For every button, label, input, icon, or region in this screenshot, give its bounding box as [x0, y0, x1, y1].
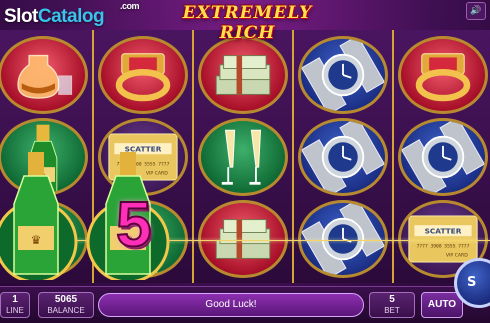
balance-value: 5065 — [54, 294, 78, 305]
win-multiplier-number: 5 — [115, 188, 153, 260]
cognac-glass-icon — [17, 54, 73, 99]
sound-button[interactable]: 🔊 — [466, 2, 486, 20]
winning-champagne-bottle-1: ♛ — [0, 150, 78, 284]
lines-value: 1 — [12, 294, 18, 305]
lines-display: 1 LINE — [0, 292, 30, 318]
svg-text:7777 3908 5555 7777: 7777 3908 5555 7777 — [417, 243, 470, 249]
money-stack-symbol — [198, 200, 288, 278]
cognac-glass-symbol — [0, 36, 88, 114]
game-title: EXTREMELY RICH — [182, 3, 313, 43]
champagne-glasses-symbol — [198, 118, 288, 196]
watermark-slot: Slot — [4, 6, 38, 27]
gold-watch-icon — [301, 39, 385, 111]
bet-value: 5 — [389, 294, 395, 305]
balance-display: 5065 BALANCE — [38, 292, 94, 318]
gold-watch-icon — [301, 121, 385, 193]
watermark-catalog: Catalog — [37, 6, 105, 27]
gold-watch-symbol — [298, 118, 388, 196]
lines-label: LINE — [6, 306, 24, 315]
status-message: Good Luck! — [98, 293, 364, 317]
slotcatalog-watermark: SlotCatalog .com — [4, 1, 140, 28]
bet-display[interactable]: 5 BET — [369, 292, 415, 318]
control-bar: 1 LINE 5065 BALANCE Good Luck! 5 BET AUT… — [0, 286, 490, 323]
money-stack-icon — [215, 219, 271, 259]
watermark-domain: .com — [120, 1, 140, 11]
bet-label: BET — [384, 306, 400, 315]
svg-text:SCATTER: SCATTER — [425, 226, 462, 235]
gold-watch-symbol — [298, 200, 388, 278]
gold-ring-symbol — [98, 36, 188, 114]
money-stack-icon — [215, 55, 271, 95]
spin-button-label: S — [467, 275, 477, 290]
champagne-bottle-icon: ♛ — [0, 152, 78, 284]
reel-3 — [192, 30, 294, 283]
svg-text:♛: ♛ — [31, 233, 42, 247]
gold-watch-icon — [401, 121, 485, 193]
game-stage: SlotCatalog .com EXTREMELY RICH 🔊 ♛♛ SCA… — [0, 0, 490, 323]
champagne-glasses-icon — [221, 129, 262, 185]
reel-4 — [292, 30, 394, 283]
svg-text:VIP CARD: VIP CARD — [446, 253, 468, 259]
gold-ring-icon — [415, 53, 471, 102]
balance-label: BALANCE — [47, 306, 85, 315]
gold-ring-symbol — [398, 36, 488, 114]
gold-watch-icon — [301, 203, 385, 275]
money-stack-symbol — [198, 36, 288, 114]
speaker-icon: 🔊 — [470, 6, 482, 16]
reel-5: SCATTER 7777 3908 5555 7777 VIP CARD — [392, 30, 490, 283]
gold-watch-symbol — [298, 36, 388, 114]
gold-ring-icon — [115, 53, 171, 102]
gold-watch-symbol — [398, 118, 488, 196]
